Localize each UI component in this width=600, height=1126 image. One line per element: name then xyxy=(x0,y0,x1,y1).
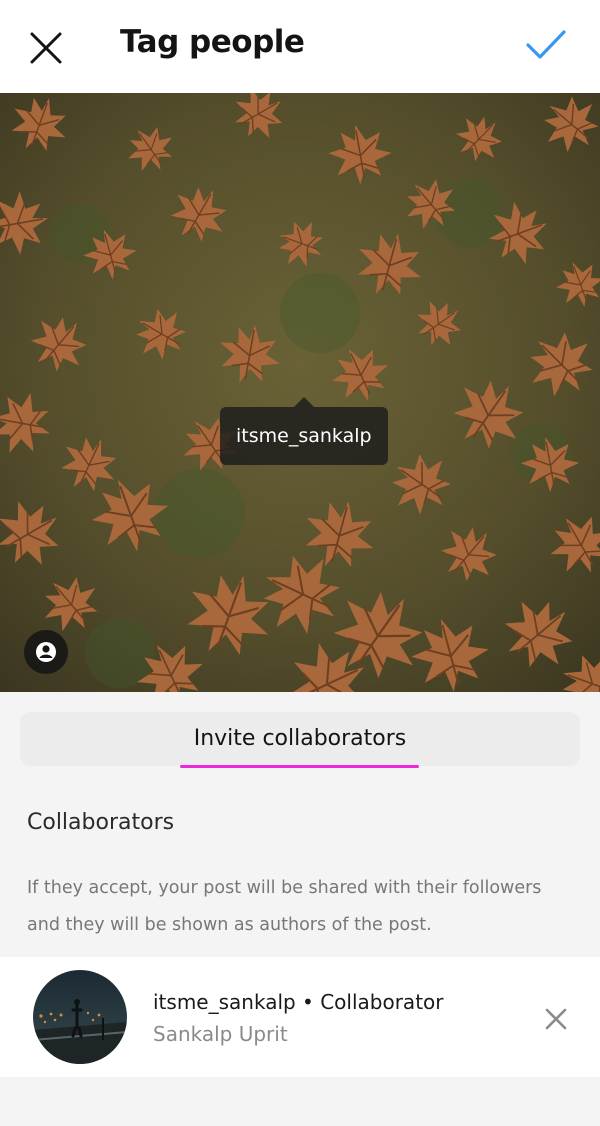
user-tag-icon xyxy=(36,642,56,662)
collaborators-description: If they accept, your post will be shared… xyxy=(27,878,542,935)
page-title: Tag people xyxy=(120,24,305,60)
close-icon xyxy=(30,32,62,64)
invite-underline xyxy=(180,765,419,768)
invite-collaborators-label: Invite collaborators xyxy=(193,726,407,751)
close-button[interactable] xyxy=(26,28,66,68)
invite-collaborators-button[interactable]: Invite collaborators xyxy=(20,712,580,766)
collaborator-username: itsme_sankalp • Collaborator xyxy=(153,990,444,1014)
close-icon xyxy=(545,1008,567,1030)
collaborator-row[interactable]: itsme_sankalp • Collaborator Sankalp Upr… xyxy=(0,957,600,1077)
people-tag-label[interactable]: itsme_sankalp xyxy=(220,397,388,465)
remove-collaborator-button[interactable] xyxy=(542,1005,570,1033)
checkmark-icon xyxy=(526,30,566,59)
photo-image xyxy=(0,93,600,692)
collaborators-heading: Collaborators xyxy=(27,810,175,835)
top-bar: Tag people xyxy=(0,0,600,93)
done-button[interactable] xyxy=(522,26,570,66)
avatar-image xyxy=(33,970,127,1064)
tag-toggle-button[interactable] xyxy=(24,630,68,674)
collaborator-full-name: Sankalp Uprit xyxy=(153,1022,288,1046)
avatar[interactable] xyxy=(33,970,127,1064)
post-photo[interactable] xyxy=(0,93,600,692)
